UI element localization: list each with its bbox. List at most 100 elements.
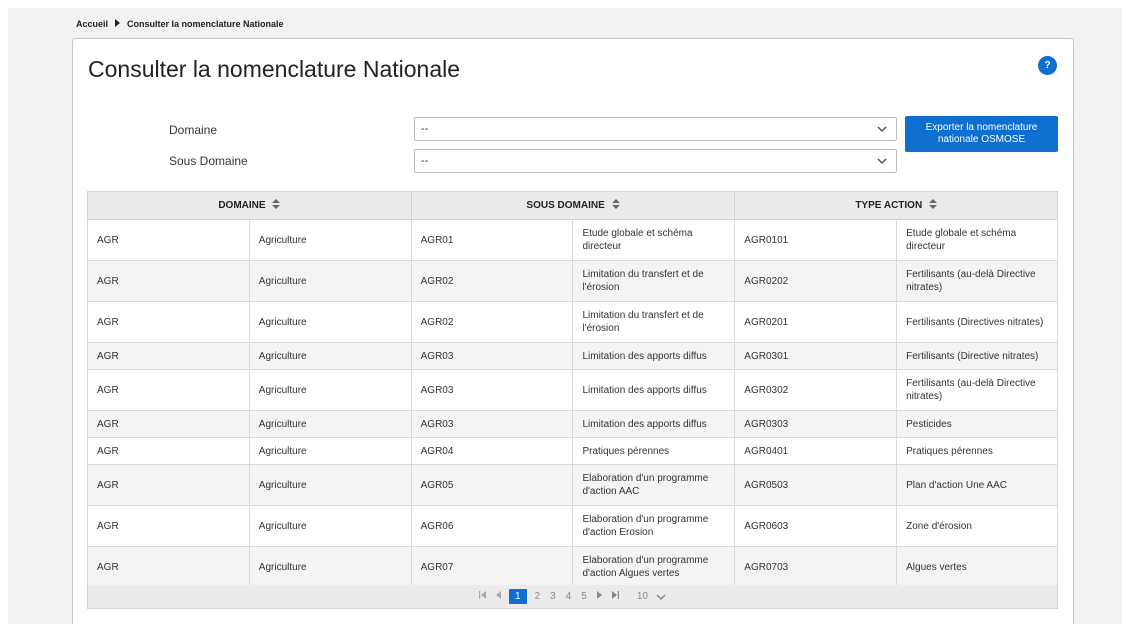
cell-type-action-label: Etude globale et schéma directeur [896,219,1058,261]
page-number[interactable]: 4 [566,591,572,602]
cell-type-action-code: AGR0703 [734,546,898,588]
cell-sous-domaine-label: Elaboration d'un programme d'action Algu… [572,546,736,588]
column-header-label: DOMAINE [218,200,266,212]
column-header-label: TYPE ACTION [855,200,923,212]
table-row: AGR Agriculture AGR03 Limitation des apport… [87,410,1058,438]
cell-sous-domaine-code: AGR06 [410,505,574,547]
table-row: AGR Agriculture AGR04 Pratiques pérennes AGR… [87,437,1058,465]
cell-sous-domaine-label: Etude globale et schéma directeur [572,219,736,261]
first-page-icon[interactable] [479,591,487,602]
page-title: Consulter la nomenclature Nationale [88,56,461,82]
sort-icon [928,199,937,212]
main-panel: Consulter la nomenclature Nationale ? Do… [72,38,1074,624]
cell-domaine-code: AGR [87,546,250,588]
cell-type-action-label: Fertilisants (au-delà Directive nitrates… [896,369,1058,411]
cell-domaine-code: AGR [87,437,250,465]
cell-sous-domaine-code: AGR03 [410,369,574,411]
cell-type-action-label: Pratiques pérennes [896,437,1058,465]
chevron-down-icon [656,593,666,600]
cell-domaine-code: AGR [87,301,250,343]
cell-domaine-label: Agriculture [248,260,412,302]
cell-domaine-label: Agriculture [248,464,412,506]
cell-domaine-code: AGR [87,410,250,438]
cell-type-action-label: Fertilisants (Directive nitrates) [896,342,1058,370]
cell-sous-domaine-code: AGR05 [410,464,574,506]
cell-type-action-label: Zone d'érosion [896,505,1058,547]
column-header-domaine[interactable]: DOMAINE [87,191,412,220]
cell-domaine-code: AGR [87,505,250,547]
chevron-down-icon [877,126,887,133]
cell-domaine-code: AGR [87,219,250,261]
help-icon[interactable]: ? [1038,56,1057,75]
domaine-select-value: -- [421,123,429,135]
cell-sous-domaine-code: AGR02 [410,301,574,343]
cell-sous-domaine-label: Limitation du transfert et de l'érosion [572,301,736,343]
previous-page-icon[interactable] [496,591,502,602]
cell-type-action-label: Fertilisants (Directives nitrates) [896,301,1058,343]
breadcrumb-current: Consulter la nomenclature Nationale [127,19,284,29]
cell-sous-domaine-label: Elaboration d'un programme d'action Eros… [572,505,736,547]
cell-type-action-code: AGR0202 [734,260,898,302]
pagination: 1 2 3 4 5 10 [87,585,1058,609]
cell-domaine-code: AGR [87,342,250,370]
cell-domaine-label: Agriculture [248,546,412,588]
cell-type-action-code: AGR0301 [734,342,898,370]
cell-type-action-code: AGR0603 [734,505,898,547]
cell-type-action-code: AGR0303 [734,410,898,438]
cell-domaine-label: Agriculture [248,410,412,438]
cell-domaine-label: Agriculture [248,342,412,370]
cell-sous-domaine-label: Limitation du transfert et de l'érosion [572,260,736,302]
cell-sous-domaine-code: AGR04 [410,437,574,465]
sort-icon [272,199,281,212]
cell-type-action-label: Pesticides [896,410,1058,438]
cell-sous-domaine-code: AGR03 [410,342,574,370]
last-page-icon[interactable] [611,591,619,602]
cell-domaine-label: Agriculture [248,301,412,343]
breadcrumb-home-link[interactable]: Accueil [76,19,108,29]
page-number-current[interactable]: 1 [509,589,527,604]
table-row: AGR Agriculture AGR02 Limitation du transfe… [87,301,1058,343]
chevron-right-icon [114,19,121,29]
export-button[interactable]: Exporter la nomenclature nationale OSMOS… [905,116,1058,152]
sous-domaine-label: Sous Domaine [169,154,248,168]
chevron-down-icon [877,158,887,165]
breadcrumb: Accueil Consulter la nomenclature Nation… [76,19,284,29]
domaine-select[interactable]: -- [414,117,897,141]
page-size-select[interactable]: 10 [632,591,666,602]
cell-sous-domaine-label: Limitation des apports diffus [572,342,736,370]
table-row: AGR Agriculture AGR05 Elaboration d'un prog… [87,464,1058,506]
cell-type-action-code: AGR0201 [734,301,898,343]
cell-type-action-label: Fertilisants (au-delà Directive nitrates… [896,260,1058,302]
cell-type-action-code: AGR0302 [734,369,898,411]
cell-type-action-code: AGR0503 [734,464,898,506]
cell-sous-domaine-code: AGR07 [410,546,574,588]
cell-domaine-code: AGR [87,464,250,506]
page-number[interactable]: 3 [550,591,556,602]
sort-icon [611,199,620,212]
cell-domaine-code: AGR [87,369,250,411]
table-row: AGR Agriculture AGR03 Limitation des apport… [87,342,1058,370]
sous-domaine-select-value: -- [421,155,429,167]
column-header-type-action[interactable]: TYPE ACTION [734,191,1058,220]
cell-sous-domaine-code: AGR03 [410,410,574,438]
table-row: AGR Agriculture AGR06 Elaboration d'un prog… [87,505,1058,547]
table-row: AGR Agriculture AGR01 Etude globale et sché… [87,219,1058,261]
cell-domaine-label: Agriculture [248,505,412,547]
cell-sous-domaine-label: Limitation des apports diffus [572,410,736,438]
column-header-label: SOUS DOMAINE [526,200,605,212]
sous-domaine-select[interactable]: -- [414,149,897,173]
page-number[interactable]: 5 [581,591,587,602]
cell-sous-domaine-code: AGR02 [410,260,574,302]
cell-domaine-label: Agriculture [248,369,412,411]
column-header-sous-domaine[interactable]: SOUS DOMAINE [410,191,736,220]
next-page-icon[interactable] [596,591,602,602]
cell-sous-domaine-code: AGR01 [410,219,574,261]
cell-type-action-code: AGR0101 [734,219,898,261]
nomenclature-table: DOMAINE SOUS DOMAINE TYPE ACTION AGR Agr… [87,191,1058,588]
cell-domaine-code: AGR [87,260,250,302]
cell-type-action-code: AGR0401 [734,437,898,465]
page-number[interactable]: 2 [535,591,541,602]
cell-type-action-label: Plan d'action Une AAC [896,464,1058,506]
table-row: AGR Agriculture AGR02 Limitation du transfe… [87,260,1058,302]
domaine-label: Domaine [169,123,218,137]
